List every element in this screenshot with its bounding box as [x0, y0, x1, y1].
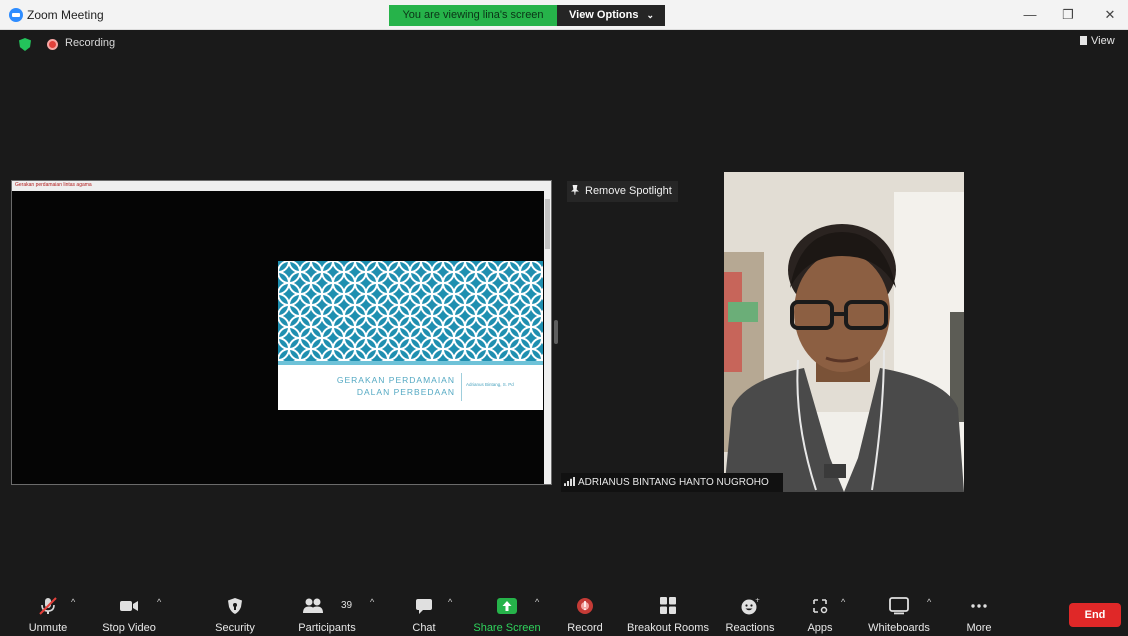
record-icon — [577, 598, 593, 614]
more-label: More — [966, 622, 992, 634]
presentation-slide: GERAKAN PERDAMAIAN DALAN PERBEDAAN Adria… — [278, 261, 543, 410]
slide-divider — [461, 373, 462, 401]
end-meeting-button[interactable]: End — [1069, 603, 1121, 627]
unmute-button[interactable]: Unmute — [20, 586, 76, 636]
security-label: Security — [215, 622, 255, 634]
close-button[interactable]: ✕ — [1098, 6, 1122, 24]
participants-icon — [303, 598, 323, 613]
view-button[interactable]: View — [1080, 35, 1115, 47]
apps-button[interactable]: Apps — [800, 586, 840, 636]
share-options-caret[interactable]: ^ — [535, 597, 539, 607]
window-title: Zoom Meeting — [27, 8, 104, 22]
participant-video — [724, 172, 964, 492]
chat-label: Chat — [412, 622, 436, 634]
security-button[interactable]: Security — [205, 586, 265, 636]
restore-button[interactable]: ❐ — [1056, 6, 1080, 24]
remove-spotlight-label: Remove Spotlight — [585, 185, 672, 197]
chat-bubble-icon — [416, 599, 432, 614]
apps-icon — [813, 599, 828, 614]
zoom-logo-icon — [9, 8, 23, 22]
more-dots-icon — [971, 604, 987, 608]
shared-tab-title: Gerakan perdamaian lintas agama — [15, 182, 92, 188]
view-options-button[interactable]: View Options ⌄ — [557, 5, 665, 26]
shared-scrollbar-thumb — [545, 199, 550, 249]
audio-options-caret[interactable]: ^ — [71, 597, 75, 607]
pin-icon — [571, 185, 579, 195]
view-layout-icon — [1080, 36, 1087, 45]
breakout-rooms-button[interactable]: Breakout Rooms — [624, 586, 712, 636]
apps-label: Apps — [807, 622, 833, 634]
chat-button[interactable]: Chat — [404, 586, 444, 636]
whiteboard-icon — [889, 597, 909, 615]
panel-resize-handle[interactable] — [554, 320, 558, 344]
video-camera-icon — [120, 601, 138, 611]
breakout-rooms-icon — [660, 597, 676, 614]
view-options-label: View Options — [569, 9, 639, 21]
participant-name-bar: ADRIANUS BINTANG HANTO NUGROHO — [561, 473, 783, 492]
record-label: Record — [567, 622, 603, 634]
shared-scrollbar — [544, 191, 551, 484]
whiteboards-options-caret[interactable]: ^ — [927, 597, 931, 607]
chevron-down-icon: ⌄ — [646, 10, 654, 20]
recording-indicator-icon — [47, 39, 58, 50]
share-screen-icon — [497, 598, 517, 614]
reactions-icon: + — [741, 597, 760, 615]
slide-title: GERAKAN PERDAMAIAN DALAN PERBEDAAN — [336, 375, 455, 397]
chat-options-caret[interactable]: ^ — [448, 597, 452, 607]
slide-pattern — [278, 261, 543, 361]
breakout-rooms-label: Breakout Rooms — [627, 622, 709, 634]
share-screen-label: Share Screen — [473, 622, 541, 634]
stop-video-label: Stop Video — [102, 622, 156, 634]
stop-video-button[interactable]: Stop Video — [98, 586, 160, 636]
participant-name: ADRIANUS BINTANG HANTO NUGROHO — [578, 477, 769, 488]
svg-text:+: + — [755, 597, 760, 604]
slide-author: Adrianus Bintang, S. Pd — [466, 382, 514, 387]
slide-accent-bar — [278, 361, 543, 365]
shared-tab-bar: Gerakan perdamaian lintas agama — [12, 181, 551, 191]
view-button-label: View — [1091, 35, 1115, 47]
reactions-label: Reactions — [725, 622, 775, 634]
participants-options-caret[interactable]: ^ — [370, 597, 374, 607]
apps-options-caret[interactable]: ^ — [841, 597, 845, 607]
remove-spotlight-button[interactable]: Remove Spotlight — [567, 181, 678, 202]
unmute-label: Unmute — [28, 622, 68, 634]
shield-icon — [228, 598, 242, 614]
participants-label: Participants — [298, 622, 356, 634]
minimize-button[interactable]: — — [1018, 6, 1042, 24]
muted-mic-icon — [39, 597, 57, 615]
viewing-screen-banner: You are viewing lina's screen — [389, 5, 557, 26]
reactions-button[interactable]: + Reactions — [722, 586, 778, 636]
whiteboards-label: Whiteboards — [868, 622, 930, 634]
video-options-caret[interactable]: ^ — [157, 597, 161, 607]
share-screen-button[interactable]: Share Screen — [472, 586, 542, 636]
participant-count: 39 — [341, 600, 353, 611]
recording-label: Recording — [65, 37, 116, 49]
participants-button[interactable]: 39 Participants — [292, 586, 362, 636]
more-button[interactable]: More — [958, 586, 1000, 636]
signal-strength-icon — [564, 477, 575, 486]
whiteboards-button[interactable]: Whiteboards — [862, 586, 936, 636]
title-bar: Zoom Meeting You are viewing lina's scre… — [0, 0, 1128, 30]
record-button[interactable]: Record — [563, 586, 607, 636]
